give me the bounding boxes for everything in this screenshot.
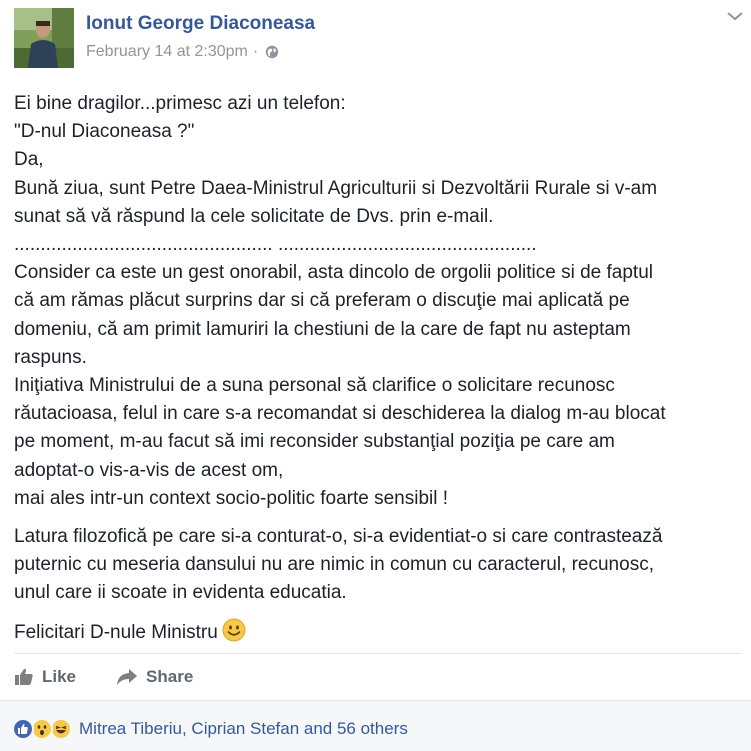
avatar-photo [14, 8, 74, 68]
body-line: Consider ca este un gest onorabil, asta … [14, 262, 653, 284]
facebook-post: Ionut George Diaconeasa February 14 at 2… [0, 0, 751, 751]
share-arrow-icon [117, 669, 138, 685]
closing-line: Felicitari D-nule Ministru [14, 618, 740, 647]
like-reaction-icon [12, 718, 34, 740]
share-button[interactable]: Share [116, 667, 193, 687]
body-line: pe moment, m-au facut să imi reconsider … [14, 431, 615, 453]
body-line: sunat să vă răspund la cele solicitate d… [14, 205, 494, 227]
paragraph-3: Felicitari D-nule Ministru [14, 618, 740, 647]
reactors-text[interactable]: Mitrea Tiberiu, Ciprian Stefan and 56 ot… [79, 719, 408, 739]
body-line: că am rămas plăcut surprins dar si că pr… [14, 290, 630, 312]
avatar[interactable] [14, 8, 74, 68]
closing-text: Felicitari D-nule Ministru [14, 621, 218, 643]
body-line: mai ales intr-un context socio-politic f… [14, 487, 449, 509]
reactions-bar: Mitrea Tiberiu, Ciprian Stefan and 56 ot… [0, 700, 751, 751]
meta-separator: · [252, 43, 259, 60]
post-body: Ei bine dragilor...primesc azi un telefo… [14, 90, 740, 647]
post-timestamp[interactable]: February 14 at 2:30pm [86, 43, 248, 61]
like-label: Like [42, 667, 77, 686]
body-line: "D-nul Diaconeasa ?" [14, 121, 195, 143]
body-line: unul care ii scoate in evidenta educatia… [14, 582, 347, 604]
author-name[interactable]: Ionut George Diaconeasa [86, 13, 315, 35]
body-line: domeniu, că am primit lamuriri la chesti… [14, 318, 631, 340]
wow-reaction-icon [31, 718, 53, 740]
paragraph-2: Latura filozofică pe care si-a conturat-… [14, 523, 740, 608]
body-line: ........................................… [14, 234, 537, 256]
body-line: Bună ziua, sunt Petre Daea-Ministrul Agr… [14, 177, 658, 199]
body-line: Da, [14, 149, 44, 171]
body-line: raspuns. [14, 346, 87, 368]
globe-icon[interactable] [265, 45, 279, 59]
body-line: răutacioasa, felul in care s-a recomanda… [14, 403, 666, 425]
thumbs-up-icon [15, 668, 33, 685]
body-line: adoptat-o vis-a-vis de acest om, [14, 459, 284, 481]
paragraph-1: Ei bine dragilor...primesc azi un telefo… [14, 90, 740, 513]
share-label: Share [146, 667, 194, 686]
chevron-down-icon[interactable] [726, 10, 744, 22]
post-meta: February 14 at 2:30pm · [86, 43, 279, 61]
haha-reaction-icon [50, 718, 72, 740]
body-line: Ei bine dragilor...primesc azi un telefo… [14, 93, 346, 114]
like-button[interactable]: Like [14, 667, 76, 687]
body-line: puternic cu meseria dansului nu are nimi… [14, 554, 654, 576]
smiley-icon [222, 618, 246, 642]
post-actions: Like Share [14, 660, 233, 694]
reactions-summary[interactable]: Mitrea Tiberiu, Ciprian Stefan and 56 ot… [12, 718, 408, 740]
actions-divider [14, 653, 742, 654]
body-line: Latura filozofică pe care si-a conturat-… [14, 526, 663, 548]
body-line: Iniţiativa Ministrului de a suna persona… [14, 375, 615, 397]
